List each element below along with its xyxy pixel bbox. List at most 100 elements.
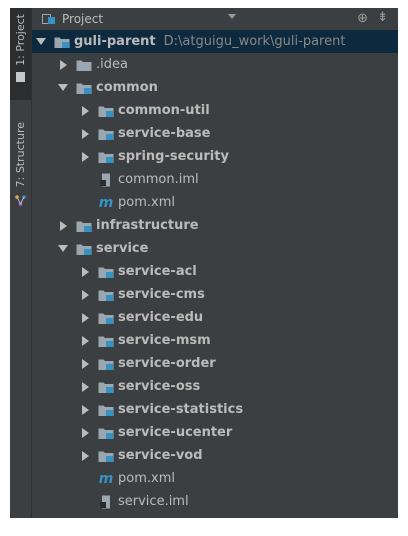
iml-file-icon bbox=[98, 495, 114, 509]
tree-node[interactable]: common.iml bbox=[32, 168, 398, 191]
module-folder-icon bbox=[76, 81, 92, 95]
module-folder-icon bbox=[98, 311, 114, 325]
tree-node[interactable]: service.iml bbox=[32, 490, 398, 513]
maven-m-icon: m bbox=[98, 194, 114, 211]
tree-node-label: infrastructure bbox=[96, 218, 199, 233]
tree-node-label: spring-security bbox=[118, 149, 229, 164]
tree-node[interactable]: service-cms bbox=[32, 283, 398, 306]
project-tool-window: 1: Project 7: Structure Project ⊕ ⇟ guli… bbox=[10, 8, 398, 518]
module-folder-icon bbox=[98, 265, 114, 279]
tree-node-label: guli-parent bbox=[74, 34, 156, 49]
collapsed-arrow-icon[interactable] bbox=[80, 105, 90, 116]
tree-node[interactable]: service-vod bbox=[32, 444, 398, 467]
no-arrow-spacer bbox=[80, 175, 90, 185]
collapsed-arrow-icon[interactable] bbox=[58, 220, 68, 231]
tree-node-label: service.iml bbox=[118, 494, 189, 509]
project-tool-label: 1: Project bbox=[14, 14, 27, 66]
tree-node[interactable]: service-msm bbox=[32, 329, 398, 352]
project-tree: guli-parent D:\atguigu_work\guli-parent .i… bbox=[32, 30, 398, 513]
collapsed-arrow-icon[interactable] bbox=[80, 381, 90, 392]
expanded-arrow-icon[interactable] bbox=[36, 37, 46, 47]
tree-node-label: pom.xml bbox=[118, 195, 175, 210]
collapsed-arrow-icon[interactable] bbox=[80, 289, 90, 300]
tree-node-label: common-util bbox=[118, 103, 210, 118]
tree-node-label: service-base bbox=[118, 126, 211, 141]
tree-node-label: service-vod bbox=[118, 448, 203, 463]
project-panel: Project ⊕ ⇟ guli-parent D:\atguigu_work\g… bbox=[32, 8, 398, 518]
module-folder-icon bbox=[98, 104, 114, 118]
tree-node-label: pom.xml bbox=[118, 471, 175, 486]
tree-node-label: service-oss bbox=[118, 379, 201, 394]
no-arrow-spacer bbox=[80, 198, 90, 208]
module-folder-icon bbox=[98, 449, 114, 463]
module-folder-icon bbox=[98, 334, 114, 348]
tree-node-label: service bbox=[96, 241, 149, 256]
tree-node-label: service-order bbox=[118, 356, 216, 371]
structure-tool-button[interactable]: 7: Structure bbox=[10, 116, 31, 212]
tree-node-label: common bbox=[96, 80, 158, 95]
tree-node-label: service-cms bbox=[118, 287, 205, 302]
tree-node-label: .idea bbox=[96, 57, 128, 72]
tree-node[interactable]: service-ucenter bbox=[32, 421, 398, 444]
collapsed-arrow-icon[interactable] bbox=[80, 335, 90, 346]
tree-node[interactable]: service-order bbox=[32, 352, 398, 375]
panel-header: Project ⊕ ⇟ bbox=[32, 8, 398, 30]
tree-node[interactable]: service-oss bbox=[32, 375, 398, 398]
module-folder-icon bbox=[76, 242, 92, 256]
folder-icon bbox=[76, 58, 92, 72]
no-arrow-spacer bbox=[80, 474, 90, 484]
tree-node[interactable]: common bbox=[32, 76, 398, 99]
tree-node[interactable]: .idea bbox=[32, 53, 398, 76]
structure-tool-label: 7: Structure bbox=[14, 122, 27, 188]
tree-node[interactable]: service bbox=[32, 237, 398, 260]
panel-title[interactable]: Project bbox=[62, 12, 103, 26]
tree-node[interactable]: service-statistics bbox=[32, 398, 398, 421]
view-dropdown-icon[interactable] bbox=[228, 14, 236, 19]
tree-node-label: service-statistics bbox=[118, 402, 244, 417]
tree-node-path-hint: D:\atguigu_work\guli-parent bbox=[163, 34, 346, 49]
module-folder-icon bbox=[98, 357, 114, 371]
tree-node[interactable]: service-edu bbox=[32, 306, 398, 329]
tree-node[interactable]: spring-security bbox=[32, 145, 398, 168]
collapsed-arrow-icon[interactable] bbox=[80, 312, 90, 323]
collapsed-arrow-icon[interactable] bbox=[80, 151, 90, 162]
tree-node[interactable]: common-util bbox=[32, 99, 398, 122]
left-tool-stripe: 1: Project 7: Structure bbox=[10, 8, 32, 518]
pin-icon[interactable]: ⇟ bbox=[377, 10, 388, 25]
module-folder-icon bbox=[98, 150, 114, 164]
tree-node-label: service-edu bbox=[118, 310, 204, 325]
tree-node[interactable]: m pom.xml bbox=[32, 467, 398, 490]
module-folder-icon bbox=[98, 426, 114, 440]
tree-node[interactable]: service-acl bbox=[32, 260, 398, 283]
module-folder-icon bbox=[54, 35, 70, 49]
tree-node-label: service-ucenter bbox=[118, 425, 233, 440]
tree-node-label: service-acl bbox=[118, 264, 197, 279]
tree-node[interactable]: m pom.xml bbox=[32, 191, 398, 214]
module-folder-icon bbox=[98, 380, 114, 394]
gear-icon[interactable]: ⊕ bbox=[357, 11, 368, 26]
project-tool-button[interactable]: 1: Project bbox=[10, 8, 31, 100]
collapsed-arrow-icon[interactable] bbox=[80, 427, 90, 438]
project-tool-icon bbox=[16, 71, 25, 82]
module-folder-icon bbox=[98, 288, 114, 302]
module-folder-icon bbox=[98, 127, 114, 141]
maven-m-icon: m bbox=[98, 470, 114, 487]
tree-node[interactable]: infrastructure bbox=[32, 214, 398, 237]
collapsed-arrow-icon[interactable] bbox=[80, 404, 90, 415]
module-folder-icon bbox=[98, 403, 114, 417]
tree-node-label: common.iml bbox=[118, 172, 199, 187]
collapsed-arrow-icon[interactable] bbox=[58, 59, 68, 70]
expanded-arrow-icon[interactable] bbox=[58, 244, 68, 254]
no-arrow-spacer bbox=[80, 497, 90, 507]
collapsed-arrow-icon[interactable] bbox=[80, 266, 90, 277]
tree-node[interactable]: guli-parent D:\atguigu_work\guli-parent bbox=[32, 30, 398, 53]
structure-icon bbox=[15, 191, 26, 210]
expanded-arrow-icon[interactable] bbox=[58, 83, 68, 93]
collapsed-arrow-icon[interactable] bbox=[80, 450, 90, 461]
project-view-icon bbox=[42, 13, 56, 25]
collapsed-arrow-icon[interactable] bbox=[80, 128, 90, 139]
collapsed-arrow-icon[interactable] bbox=[80, 358, 90, 369]
tree-node[interactable]: service-base bbox=[32, 122, 398, 145]
tree-node-label: service-msm bbox=[118, 333, 211, 348]
module-folder-icon bbox=[76, 219, 92, 233]
